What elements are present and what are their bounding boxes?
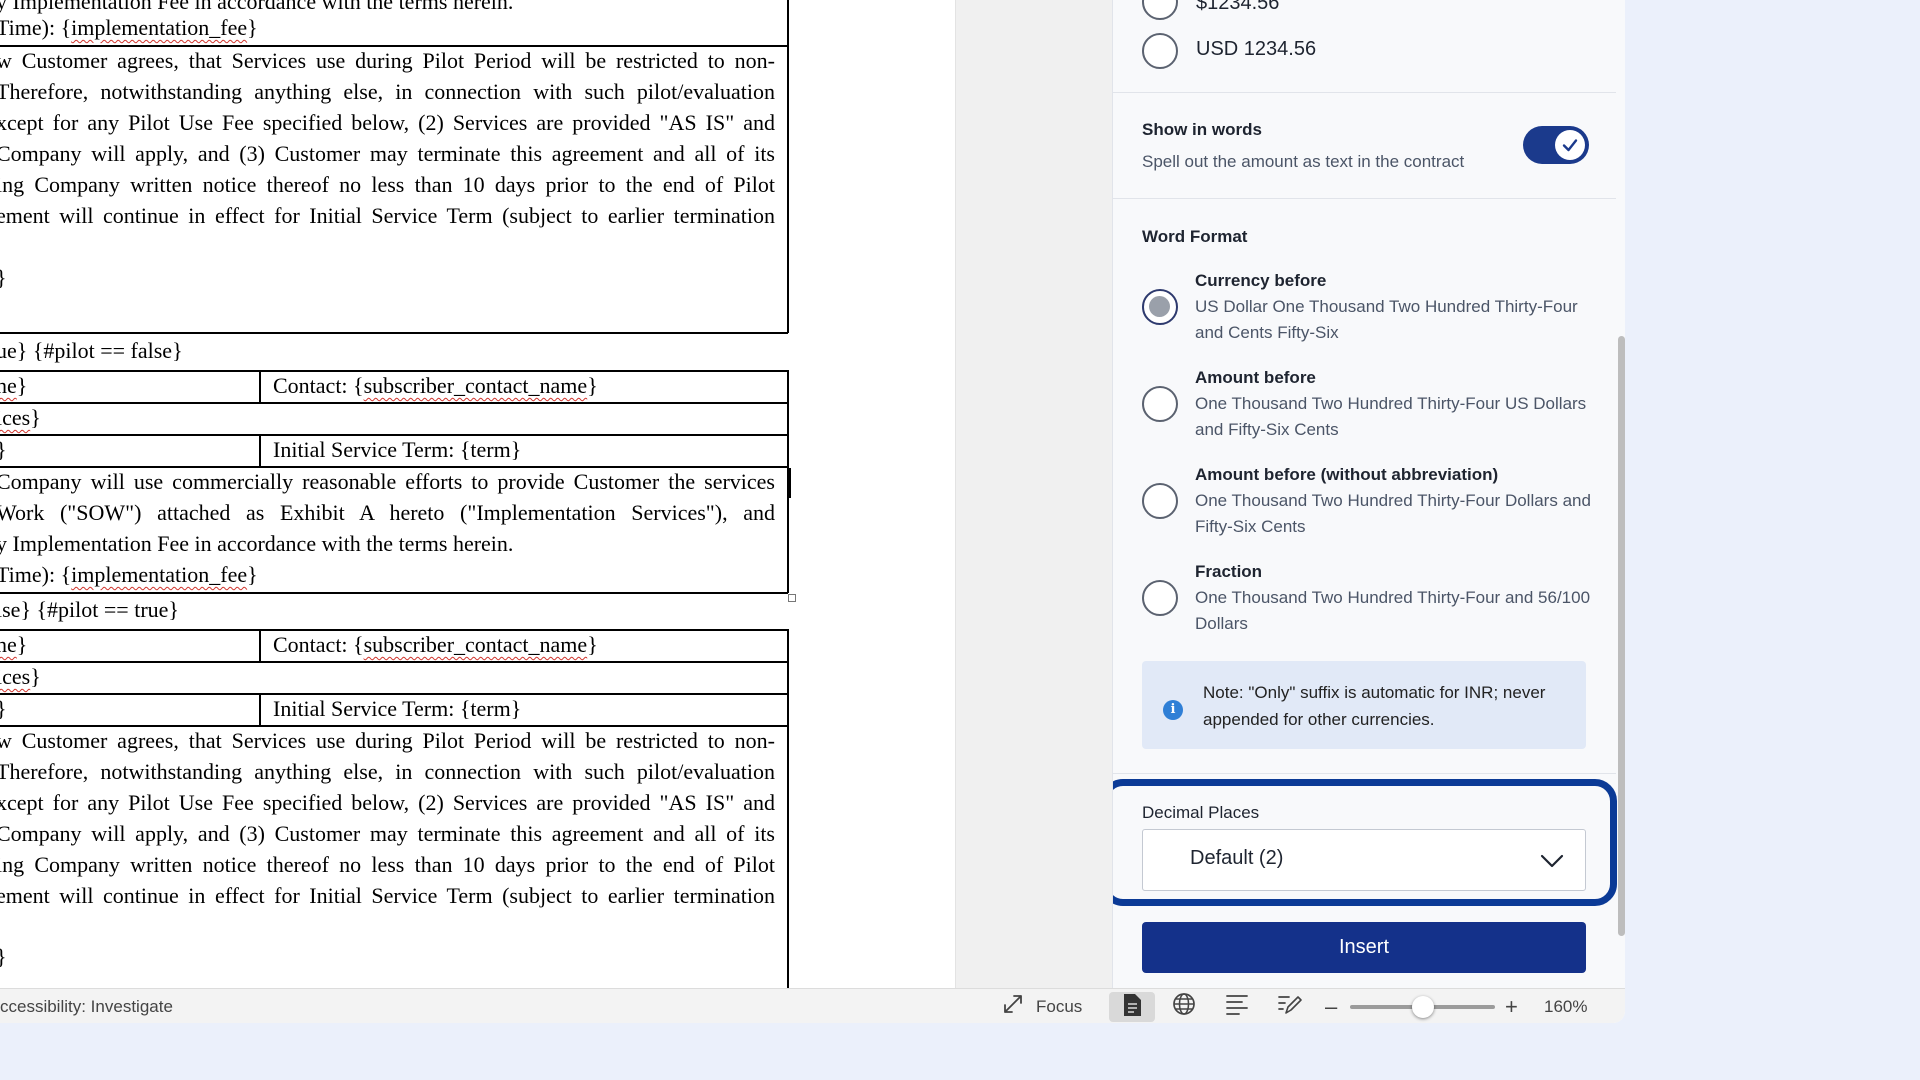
doc-line: Time): {implementation_fee} <box>0 562 258 587</box>
page-icon <box>1121 993 1143 1022</box>
doc-line: } <box>0 944 7 970</box>
option-title: Currency before <box>1195 271 1327 290</box>
decimal-places-value: Default (2) <box>1190 847 1284 869</box>
document-canvas[interactable]: y Implementation Fee in accordance with … <box>0 0 955 988</box>
inr-note: i Note: "Only" suffix is automatic for I… <box>1142 661 1586 749</box>
zoom-slider[interactable] <box>1350 989 1495 1023</box>
zoom-level[interactable]: 160% <box>1544 989 1587 1023</box>
initial-term-cell: Initial Service Term: {term} <box>273 437 522 462</box>
currency-format-panel: $1234.56 USD 1234.56 Show in words Spell… <box>1112 0 1625 988</box>
option-desc: One Thousand Two Hundred Thirty-Four and… <box>1195 588 1591 633</box>
show-in-words-title: Show in words <box>1142 120 1262 139</box>
focus-label: Focus <box>1036 996 1083 1016</box>
format-label-usd: USD 1234.56 <box>1196 38 1317 60</box>
option-desc: US Dollar One Thousand Two Hundred Thirt… <box>1195 297 1578 342</box>
format-label-dollar: $1234.56 <box>1196 0 1280 14</box>
contact-cell: Contact: {subscriber_contact_name} <box>273 632 598 657</box>
table-cell: ne} <box>0 373 28 398</box>
scrollbar-thumb[interactable] <box>1618 336 1625 936</box>
doc-line: } <box>0 265 7 291</box>
initial-term-cell: Initial Service Term: {term} <box>273 696 522 721</box>
panel-scrollbar[interactable] <box>1616 0 1625 988</box>
format-radio-dollar[interactable] <box>1142 0 1178 20</box>
accessibility-status[interactable]: ccessibility: Investigate <box>0 989 173 1023</box>
outline-icon <box>1225 993 1249 1020</box>
word-format-radio-currency-before[interactable] <box>1142 289 1178 325</box>
doc-line: Time): {implementation_fee} <box>0 15 258 40</box>
table-cell: ices} <box>0 405 41 430</box>
note-text: Note: "Only" suffix is automatic for INR… <box>1203 683 1546 729</box>
word-format-radio-fraction[interactable] <box>1142 580 1178 616</box>
table-cell: ne} <box>0 632 28 657</box>
focus-button[interactable]: Focus <box>1002 989 1082 1023</box>
table-resize-handle[interactable] <box>788 594 796 602</box>
zoom-in-button[interactable]: + <box>1505 989 1518 1023</box>
insert-button[interactable]: Insert <box>1142 922 1586 973</box>
zoom-slider-thumb[interactable] <box>1411 995 1434 1018</box>
show-in-words-desc: Spell out the amount as text in the cont… <box>1142 152 1465 171</box>
draft-pen-icon <box>1277 992 1303 1021</box>
draft-button[interactable] <box>1277 989 1303 1023</box>
option-title: Fraction <box>1195 562 1263 581</box>
info-icon: i <box>1163 700 1183 720</box>
decimal-places-select[interactable]: Default (2) <box>1142 829 1586 891</box>
conditional-tag: lse} {#pilot == true} <box>0 597 179 622</box>
show-in-words-toggle[interactable] <box>1523 126 1589 164</box>
table-cell: } <box>0 437 7 463</box>
word-format-heading: Word Format <box>1142 227 1248 246</box>
outline-button[interactable] <box>1225 989 1249 1023</box>
table-cell: ices} <box>0 664 41 689</box>
print-layout-button[interactable] <box>1109 992 1155 1022</box>
chevron-down-icon <box>1539 848 1565 879</box>
contact-cell: Contact: {subscriber_contact_name} <box>273 373 598 398</box>
option-title: Amount before (without abbreviation) <box>1195 465 1499 484</box>
word-format-radio-amount-before[interactable] <box>1142 386 1178 422</box>
status-bar: ccessibility: Investigate Focus – + 160% <box>0 988 1625 1023</box>
expand-icon <box>1002 993 1024 1020</box>
word-format-radio-no-abbreviation[interactable] <box>1142 483 1178 519</box>
format-radio-usd[interactable] <box>1142 33 1178 69</box>
text-cursor <box>789 468 791 498</box>
word-app-window: y Implementation Fee in accordance with … <box>0 0 1625 1023</box>
conditional-tag: ue} {#pilot == false} <box>0 338 183 363</box>
globe-icon <box>1172 992 1196 1021</box>
zoom-out-button[interactable]: – <box>1325 989 1337 1023</box>
decimal-places-label: Decimal Places <box>1142 803 1260 822</box>
doc-line: y Implementation Fee in accordance with … <box>0 0 514 14</box>
web-layout-button[interactable] <box>1172 989 1196 1023</box>
table-cell: } <box>0 696 7 722</box>
option-desc: One Thousand Two Hundred Thirty-Four US … <box>1195 394 1587 439</box>
check-icon <box>1555 130 1585 160</box>
option-desc: One Thousand Two Hundred Thirty-Four Dol… <box>1195 491 1591 536</box>
option-title: Amount before <box>1195 368 1316 387</box>
canvas-gutter <box>955 0 1112 988</box>
